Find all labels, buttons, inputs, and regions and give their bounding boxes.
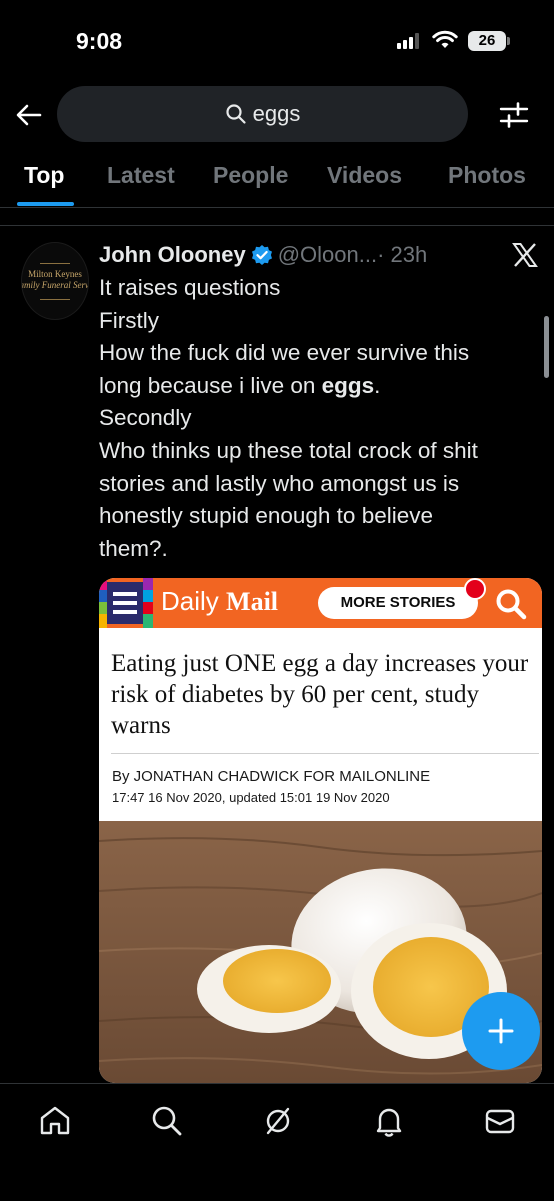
verified-badge-icon bbox=[251, 245, 272, 265]
search-tabs: Top Latest People Videos Photos bbox=[0, 152, 554, 208]
tab-latest[interactable]: Latest bbox=[107, 162, 175, 189]
search-content: eggs bbox=[57, 86, 468, 142]
avatar-text-line1: Milton Keynes bbox=[28, 269, 82, 279]
tab-people[interactable]: People bbox=[213, 162, 288, 189]
tab-photos[interactable]: Photos bbox=[448, 162, 526, 189]
status-bar: 9:08 26 bbox=[0, 0, 554, 84]
search-input[interactable]: eggs bbox=[57, 86, 468, 142]
article-byline: By JONATHAN CHADWICK FOR MAILONLINE bbox=[112, 768, 431, 785]
more-stories-button: MORE STORIES bbox=[318, 587, 478, 619]
article-separator bbox=[111, 753, 539, 754]
avatar-ornament-bottom bbox=[40, 295, 70, 300]
search-icon bbox=[226, 104, 246, 124]
plus-icon bbox=[488, 1018, 514, 1044]
tweet-line: Firstly bbox=[99, 307, 159, 333]
author-name[interactable]: John Olooney bbox=[99, 242, 246, 268]
filter-settings-icon[interactable] bbox=[498, 100, 530, 130]
tweet-header: John Olooney @Oloon... · 23h bbox=[99, 240, 427, 270]
search-highlight: eggs bbox=[321, 372, 375, 398]
tweet-time: · 23h bbox=[377, 242, 428, 267]
dailymail-logo-light: Daily bbox=[161, 586, 219, 616]
tweet-line: Secondly bbox=[99, 405, 192, 431]
search-query: eggs bbox=[252, 101, 301, 126]
article-headline: Eating just ONE egg a day increases your… bbox=[111, 650, 529, 739]
scrollbar[interactable] bbox=[544, 316, 549, 378]
tweet-line: honestly stupid enough to believe bbox=[99, 503, 433, 529]
tab-top[interactable]: Top bbox=[24, 162, 64, 189]
cellular-signal-icon bbox=[397, 33, 421, 49]
dailymail-logo: Daily Mail bbox=[161, 586, 278, 617]
tweet-text: It raises questions Firstly How the fuck… bbox=[99, 272, 539, 565]
messages-icon[interactable] bbox=[483, 1104, 517, 1138]
author-handle[interactable]: @Oloon... bbox=[278, 242, 377, 268]
back-arrow-icon[interactable] bbox=[14, 100, 44, 130]
avatar[interactable]: Milton Keynes Family Funeral Services bbox=[21, 242, 89, 320]
home-icon[interactable] bbox=[38, 1104, 72, 1138]
tweet-line-suffix: . bbox=[374, 372, 381, 398]
compose-button[interactable] bbox=[462, 992, 540, 1070]
tweet-line: It raises questions bbox=[99, 275, 281, 300]
battery-tip bbox=[507, 37, 510, 45]
tweet-line: stories and lastly who amongst us is bbox=[99, 470, 460, 496]
status-time: 9:08 bbox=[76, 28, 123, 54]
battery-indicator: 26 bbox=[468, 31, 506, 51]
x-logo-icon bbox=[512, 243, 538, 267]
dailymail-logo-bold: Mail bbox=[226, 587, 279, 616]
notifications-icon[interactable] bbox=[372, 1104, 406, 1138]
tabs-divider bbox=[0, 207, 554, 208]
notification-dot bbox=[464, 578, 486, 600]
tweet-line-with-highlight: long because i live on eggs. bbox=[99, 370, 539, 403]
tab-videos[interactable]: Videos bbox=[327, 162, 402, 189]
tweet-line: them?. bbox=[99, 535, 168, 561]
tweet-line: Who thinks up these total crock of shit bbox=[99, 437, 478, 463]
feed-divider bbox=[0, 225, 554, 226]
bottom-navigation bbox=[0, 1083, 554, 1201]
active-tab-indicator bbox=[17, 202, 74, 206]
search-icon[interactable] bbox=[150, 1104, 184, 1138]
search-icon bbox=[496, 589, 527, 620]
avatar-ornament-top bbox=[40, 263, 70, 268]
dailymail-header-bar: Daily Mail MORE STORIES bbox=[99, 578, 542, 628]
avatar-text-line2: Family Funeral Services bbox=[22, 280, 89, 290]
wifi-icon bbox=[432, 30, 458, 48]
tweet-line: long because i live on bbox=[99, 372, 322, 398]
grok-icon[interactable] bbox=[261, 1104, 295, 1138]
article-dateline: 17:47 16 Nov 2020, updated 15:01 19 Nov … bbox=[112, 790, 390, 805]
tweet-line: How the fuck did we ever survive this bbox=[99, 340, 470, 366]
menu-icon bbox=[99, 578, 153, 628]
